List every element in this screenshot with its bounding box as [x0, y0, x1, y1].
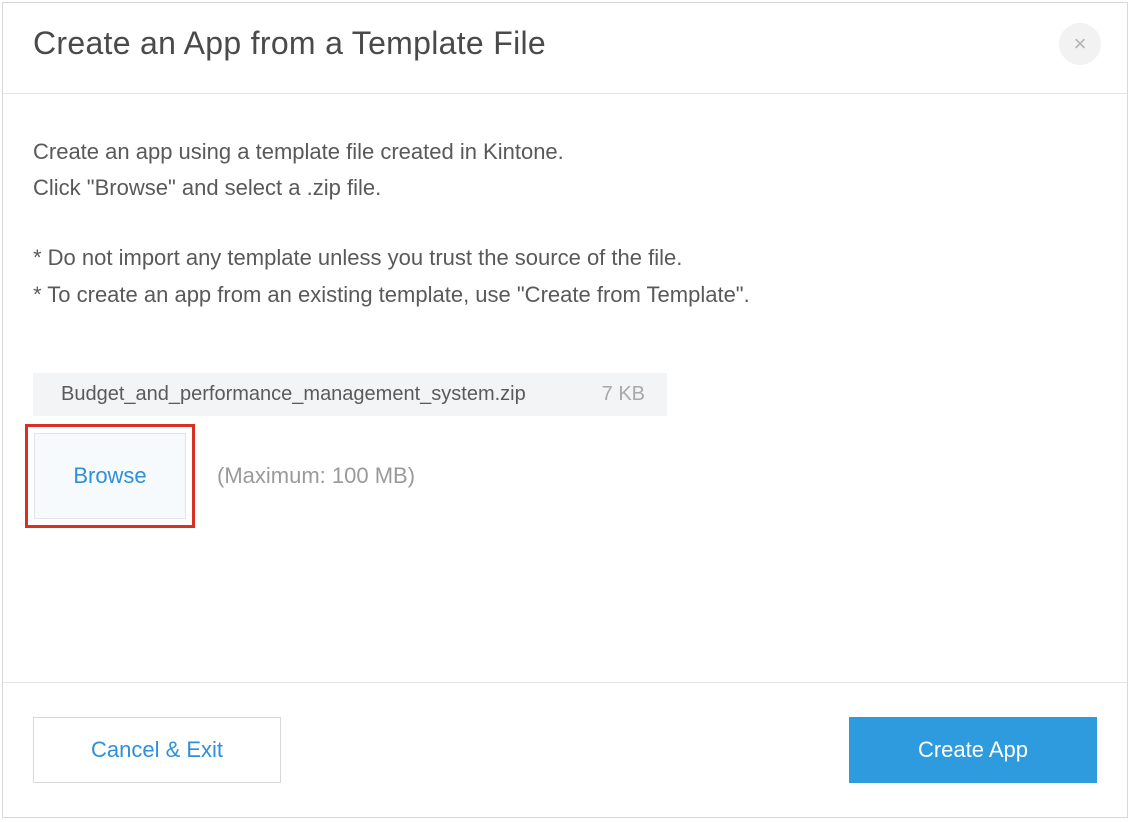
description-line-2: Click "Browse" and select a .zip file.: [33, 170, 1097, 206]
browse-button[interactable]: Browse: [34, 433, 186, 519]
max-size-hint: (Maximum: 100 MB): [217, 463, 415, 489]
create-button-label: Create App: [918, 737, 1028, 763]
notes-block: * Do not import any template unless you …: [33, 239, 1097, 314]
create-app-modal: Create an App from a Template File × Cre…: [2, 2, 1128, 818]
modal-header: Create an App from a Template File ×: [3, 3, 1127, 94]
browse-highlight-annotation: Browse: [25, 424, 195, 528]
file-size: 7 KB: [602, 383, 645, 406]
file-name: Budget_and_performance_management_system…: [61, 383, 602, 406]
selected-file-row: Budget_and_performance_management_system…: [33, 373, 667, 416]
note-line-2: * To create an app from an existing temp…: [33, 276, 1097, 313]
cancel-exit-button[interactable]: Cancel & Exit: [33, 717, 281, 783]
description-line-1: Create an app using a template file crea…: [33, 134, 1097, 170]
modal-footer: Cancel & Exit Create App: [3, 682, 1127, 817]
browse-button-label: Browse: [73, 463, 146, 489]
modal-content: Create an app using a template file crea…: [3, 94, 1127, 682]
close-icon: ×: [1074, 31, 1087, 57]
close-button[interactable]: ×: [1059, 23, 1101, 65]
cancel-button-label: Cancel & Exit: [91, 737, 223, 763]
description-block: Create an app using a template file crea…: [33, 134, 1097, 207]
note-line-1: * Do not import any template unless you …: [33, 239, 1097, 276]
create-app-button[interactable]: Create App: [849, 717, 1097, 783]
modal-title: Create an App from a Template File: [33, 25, 546, 62]
browse-area: Browse (Maximum: 100 MB): [33, 424, 1097, 528]
